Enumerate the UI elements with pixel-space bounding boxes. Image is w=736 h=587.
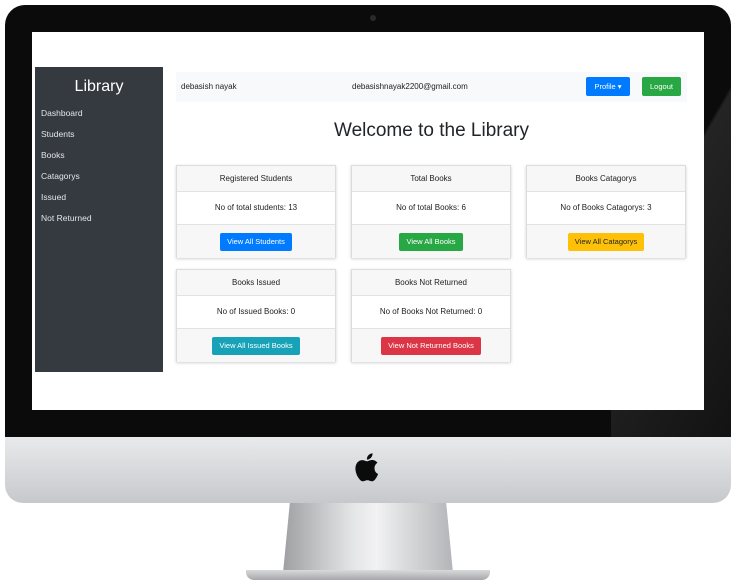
page-title: Welcome to the Library <box>333 120 529 141</box>
card-books-not-returned: Books Not Returned No of Books Not Retur… <box>351 269 511 362</box>
camera-dot <box>370 15 376 21</box>
card-registered-students: Registered Students No of total students… <box>176 165 336 258</box>
screen: Library Dashboard Students Books Catagor… <box>32 32 704 410</box>
card-footer: View All Issued Books <box>177 328 335 362</box>
card-footer: View Not Returned Books <box>352 328 510 362</box>
card-title: Books Catagorys <box>527 166 685 192</box>
card-title: Books Not Returned <box>352 270 510 296</box>
sidebar-item-issued[interactable]: Issued <box>35 187 163 208</box>
card-text: No of total students: 13 <box>214 203 298 212</box>
card-footer: View All Students <box>177 224 335 258</box>
sidebar-item-catagorys[interactable]: Catagorys <box>35 166 163 187</box>
card-text: No of total Books: 6 <box>396 203 466 212</box>
sidebar-item-students[interactable]: Students <box>35 124 163 145</box>
card-text: No of Books Catagorys: 3 <box>560 203 652 212</box>
view-all-issued-books-button[interactable]: View All Issued Books <box>212 336 300 355</box>
card-title: Books Issued <box>177 270 335 296</box>
card-title: Registered Students <box>177 166 335 192</box>
view-not-returned-books-button[interactable]: View Not Returned Books <box>381 336 481 355</box>
card-books-issued: Books Issued No of Issued Books: 0 View … <box>176 269 336 362</box>
user-name: debasish nayak <box>181 82 237 91</box>
card-text: No of Books Not Returned: 0 <box>379 307 483 316</box>
card-books-catagorys: Books Catagorys No of Books Catagorys: 3… <box>526 165 686 258</box>
card-title: Total Books <box>352 166 510 192</box>
sidebar: Library Dashboard Students Books Catagor… <box>35 67 163 372</box>
main-content: debasish nayak debasishnayak2200@gmail.c… <box>176 32 696 410</box>
card-text: No of Issued Books: 0 <box>216 307 296 316</box>
apple-logo-icon <box>355 453 379 482</box>
sidebar-title: Library <box>74 78 124 95</box>
user-email: debasishnayak2200@gmail.com <box>352 82 468 91</box>
view-all-catagorys-button[interactable]: View All Catagorys <box>567 232 645 251</box>
sidebar-nav: Dashboard Students Books Catagorys Issue… <box>35 103 163 229</box>
view-all-books-button[interactable]: View All Books <box>399 232 463 251</box>
monitor-stand <box>283 503 453 573</box>
view-all-students-button[interactable]: View All Students <box>220 232 292 251</box>
sidebar-item-books[interactable]: Books <box>35 145 163 166</box>
sidebar-item-dashboard[interactable]: Dashboard <box>35 103 163 124</box>
profile-label: Profile <box>594 82 616 91</box>
monitor-stand-foot <box>246 570 490 580</box>
caret-down-icon: ▾ <box>617 82 622 91</box>
top-navbar: debasish nayak debasishnayak2200@gmail.c… <box>176 72 687 102</box>
card-total-books: Total Books No of total Books: 6 View Al… <box>351 165 511 258</box>
sidebar-item-not-returned[interactable]: Not Returned <box>35 208 163 229</box>
card-footer: View All Books <box>352 224 510 258</box>
card-footer: View All Catagorys <box>527 224 685 258</box>
logout-button[interactable]: Logout <box>642 77 681 96</box>
profile-dropdown-button[interactable]: Profile ▾ <box>586 77 630 96</box>
